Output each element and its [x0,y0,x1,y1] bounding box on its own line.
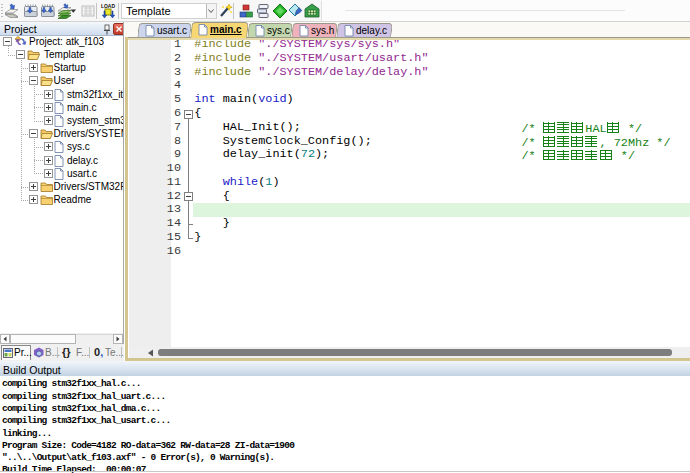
svg-text:LOAD: LOAD [101,3,116,9]
